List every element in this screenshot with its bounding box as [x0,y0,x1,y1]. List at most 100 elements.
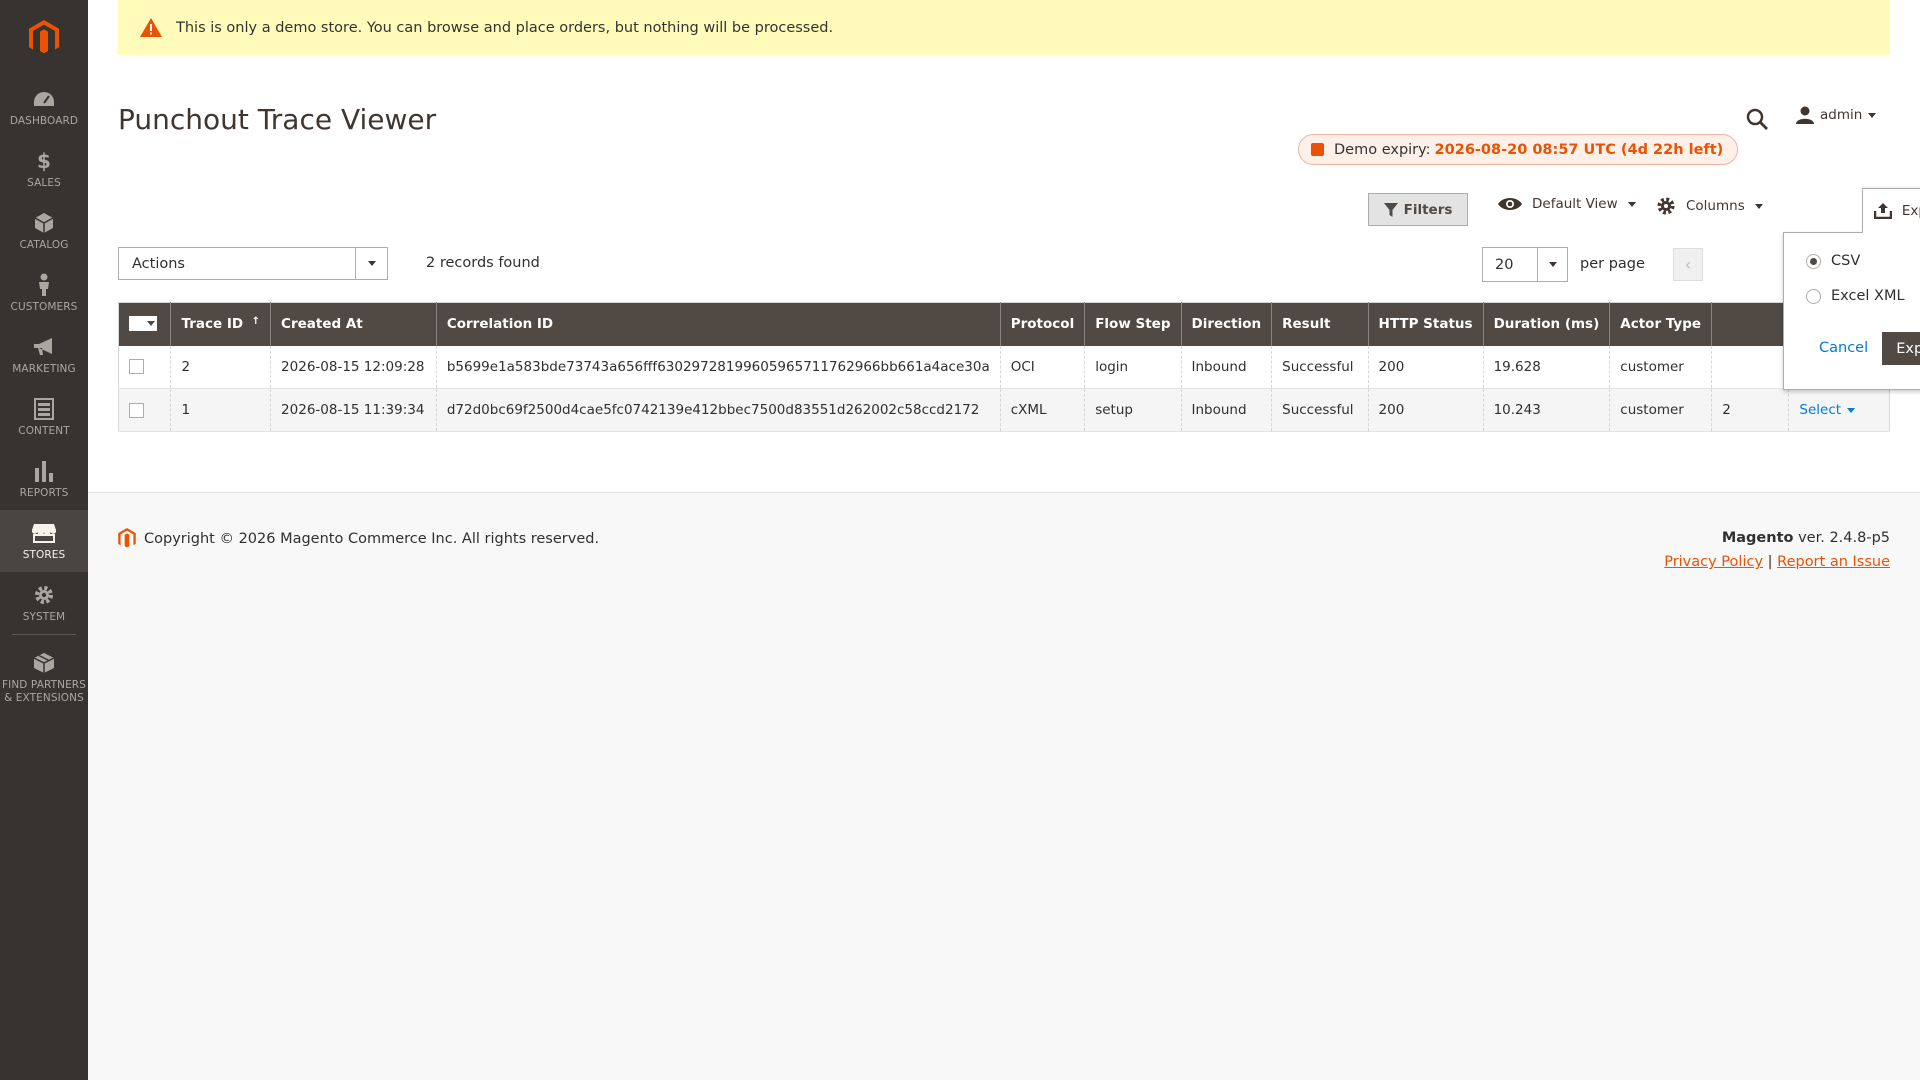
table-row[interactable]: 2 2026-08-15 12:09:28 b5699e1a583bde7374… [118,345,1890,389]
column-header-flow-step[interactable]: Flow Step [1084,302,1181,346]
cell-trace-id: 2 [170,345,271,389]
chevron-down-icon [1868,112,1877,118]
column-header-correlation-id[interactable]: Correlation ID [435,302,1001,346]
sidebar-divider [12,634,76,635]
column-header-created-at[interactable]: Created At [270,302,437,346]
cell-extra [1711,345,1789,389]
column-header-hidden-1[interactable] [1711,302,1789,346]
user-icon [1796,106,1814,124]
footer-version-text: ver. 2.4.8-p5 [1793,530,1890,546]
cell-action: Select [1788,388,1890,432]
demo-notice: This is only a demo store. You can brows… [118,0,1890,55]
export-control[interactable]: Export [1862,188,1920,233]
sidebar-item-dashboard[interactable]: Dashboard [0,76,88,138]
sidebar-item-reports[interactable]: Reports [0,448,88,510]
export-option-csv-label: CSV [1831,253,1861,269]
admin-sidebar: Dashboard $ Sales Catalog Customers Mark… [0,0,88,1080]
cell-duration: 19.628 [1482,345,1610,389]
sidebar-item-marketing[interactable]: Marketing [0,324,88,386]
sidebar-item-customers[interactable]: Customers [0,262,88,324]
magento-logo-icon[interactable] [0,0,88,76]
chevron-down-icon [1627,201,1636,207]
export-dropdown: CSV Excel XML Cancel Export [1783,232,1920,390]
cell-created-at: 2026-08-15 12:09:28 [270,345,437,389]
per-page-label: per page [1580,256,1645,272]
chevron-down-icon [147,320,155,326]
column-header-direction[interactable]: Direction [1180,302,1272,346]
gear-icon [1657,197,1675,215]
per-page-value: 20 [1495,256,1514,273]
per-page-select[interactable]: 20 [1482,247,1568,282]
column-header-actor-type[interactable]: Actor Type [1609,302,1712,346]
chevron-down-icon [355,248,387,279]
filters-button[interactable]: Filters [1368,193,1468,226]
view-selector[interactable]: Default View [1498,196,1636,212]
footer-divider [88,492,1920,493]
storefront-icon [31,520,57,546]
cell-duration: 10.243 [1482,388,1610,432]
mass-actions-value: Actions [132,255,185,272]
row-select-action[interactable]: Select [1799,402,1856,418]
dashboard-icon [31,86,57,112]
chevron-down-icon [1847,407,1856,413]
export-cancel-link[interactable]: Cancel [1819,340,1868,356]
column-header-protocol[interactable]: Protocol [999,302,1085,346]
columns-control[interactable]: Columns [1656,196,1763,216]
box-icon [31,650,57,676]
sidebar-item-stores[interactable]: Stores [0,510,88,572]
report-issue-link[interactable]: Report an Issue [1777,554,1890,570]
export-submit-button[interactable]: Export [1882,332,1920,365]
export-icon [1873,203,1892,219]
cell-http-status: 200 [1367,345,1484,389]
cell-http-status: 200 [1367,388,1484,432]
cell-extra: 2 [1711,388,1789,432]
column-header-result[interactable]: Result [1271,302,1369,346]
global-search-button[interactable] [1744,106,1770,132]
footer-link-separator: | [1767,554,1773,570]
demo-expiry-badge: Demo expiry: 2026-08-20 08:57 UTC (4d 22… [1298,134,1739,165]
radio-excel-xml[interactable] [1806,288,1821,304]
export-option-excel-xml[interactable]: Excel XML [1806,288,1905,304]
footer-copyright: Copyright © 2026 Magento Commerce Inc. A… [118,528,599,549]
column-header-http-status[interactable]: HTTP Status [1367,302,1484,346]
person-icon [31,272,57,298]
export-option-excel-label: Excel XML [1831,288,1905,304]
export-option-csv[interactable]: CSV [1806,253,1860,269]
table-row[interactable]: 1 2026-08-15 11:39:34 d72d0bc69f2500d4ca… [118,388,1890,432]
footer-version: Magento ver. 2.4.8-p5 [1722,530,1890,546]
admin-user-menu[interactable]: admin [1796,106,1877,124]
mass-actions-select[interactable]: Actions [118,247,388,280]
search-icon [1746,108,1768,130]
sidebar-item-content[interactable]: Content [0,386,88,448]
sidebar-item-catalog[interactable]: Catalog [0,200,88,262]
demo-notice-text: This is only a demo store. You can brows… [176,19,834,36]
grid-header-row: Trace ID ↑ Created At Correlation ID Prot… [118,302,1890,346]
previous-page-button[interactable]: ‹ [1673,248,1703,281]
mass-select-checkbox[interactable] [129,315,157,331]
chevron-down-icon [1537,248,1567,281]
magento-logo-icon [118,528,136,548]
radio-csv[interactable] [1806,253,1821,269]
bar-chart-icon [31,458,57,484]
row-checkbox[interactable] [129,359,144,375]
sidebar-item-system[interactable]: System [0,572,88,634]
eye-icon [1498,198,1522,210]
page-title: Punchout Trace Viewer [118,103,437,136]
expiry-status-icon [1311,143,1324,156]
column-header-duration[interactable]: Duration (ms) [1482,302,1610,346]
megaphone-icon [31,334,57,360]
expiry-value: 2026-08-20 08:57 UTC (4d 22h left) [1434,141,1724,158]
admin-username: admin [1820,107,1863,123]
footer-brand: Magento [1721,530,1794,546]
columns-label: Columns [1686,198,1745,214]
sidebar-item-sales[interactable]: $ Sales [0,138,88,200]
row-checkbox[interactable] [129,402,144,418]
mass-select-header[interactable] [118,302,171,346]
sidebar-item-find-partners[interactable]: Find Partners & Extensions [0,640,88,714]
layout-icon [31,396,57,422]
filter-icon [1383,202,1398,217]
privacy-policy-link[interactable]: Privacy Policy [1664,554,1763,570]
cell-actor-type: customer [1609,345,1712,389]
cell-result: Successful [1271,388,1369,432]
column-header-trace-id[interactable]: Trace ID ↑ [170,302,271,346]
